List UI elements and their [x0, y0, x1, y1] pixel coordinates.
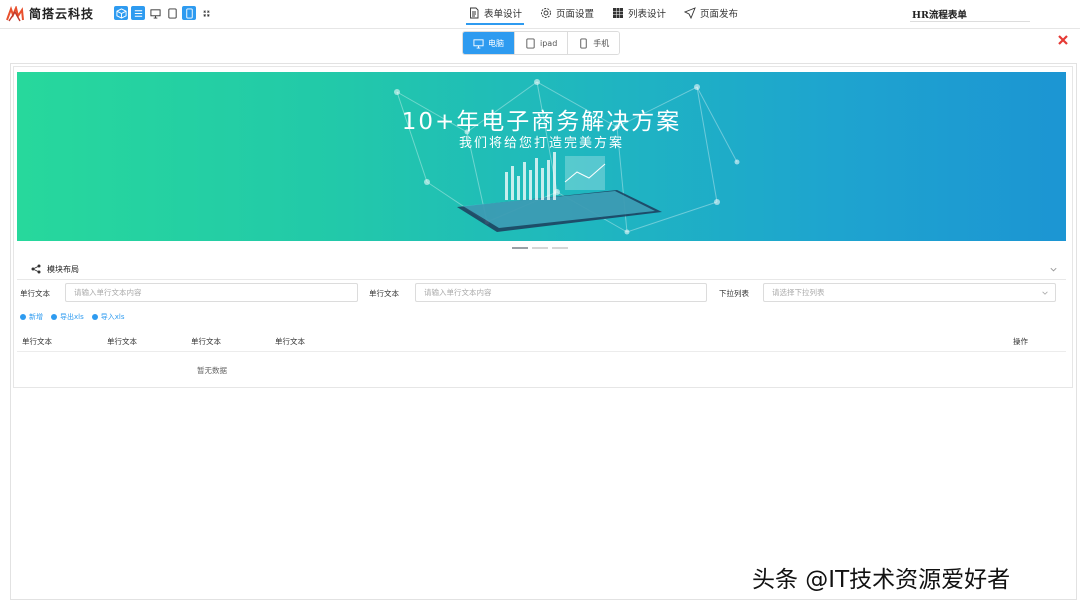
- grid-icon: [202, 9, 210, 17]
- nav-label: 页面发布: [700, 9, 739, 20]
- device-tab-phone[interactable]: 手机: [568, 32, 620, 54]
- nav-label: 页面设置: [556, 9, 595, 20]
- banner-title: 10+年电子商务解决方案: [401, 109, 682, 135]
- form-field-row: 单行文本 请输入单行文本内容 单行文本 请输入单行文本内容 下拉列表 请选择下拉…: [14, 283, 1072, 304]
- plus-icon: [20, 314, 26, 320]
- cube-icon: [115, 7, 127, 19]
- empty-state: 暂无数据: [197, 366, 227, 375]
- monitor-icon: [149, 8, 161, 19]
- input-placeholder: 请输入单行文本内容: [74, 288, 142, 297]
- device-tab-ipad[interactable]: ipad: [515, 32, 569, 54]
- add-button[interactable]: 新增: [20, 312, 43, 322]
- nav-page-publish[interactable]: 页面发布: [682, 0, 740, 26]
- nav-list-design[interactable]: 列表设计: [610, 0, 668, 26]
- design-canvas: 10+年电子商务解决方案 我们将给您打造完美方案 模块布局 单行文本 请输入单行…: [10, 63, 1077, 600]
- form-name-underline: [910, 21, 1030, 22]
- chevron-down-icon[interactable]: [1049, 265, 1058, 274]
- watermark: 头条 @IT技术资源爱好者: [752, 567, 1011, 593]
- dropdown-select[interactable]: 请选择下拉列表: [763, 283, 1056, 302]
- nav-label: 列表设计: [628, 9, 667, 20]
- device-tab-desktop[interactable]: 电脑: [463, 32, 515, 54]
- chevron-down-icon: [1042, 291, 1048, 295]
- monitor-icon: [473, 38, 484, 49]
- nav-form-design[interactable]: 表单设计: [466, 0, 525, 26]
- grid-icon: [613, 8, 624, 18]
- module-header[interactable]: 模块布局: [17, 259, 1066, 280]
- device-label: 手机: [593, 38, 610, 48]
- main-nav: 表单设计 页面设置 列表设计 页面发布: [466, 0, 740, 28]
- close-icon[interactable]: [1057, 34, 1069, 46]
- phone-icon: [185, 7, 193, 19]
- share-icon: [31, 264, 41, 274]
- table-actions: 新增 导出xls 导入xls: [20, 312, 124, 322]
- export-icon: [51, 314, 57, 320]
- tablet-icon: [526, 37, 535, 49]
- brand-name: 简搭云科技: [29, 7, 95, 21]
- nav-page-settings[interactable]: 页面设置: [538, 0, 596, 26]
- banner-carousel[interactable]: 10+年电子商务解决方案 我们将给您打造完美方案: [17, 72, 1066, 241]
- import-icon: [91, 314, 98, 320]
- device-switcher: 电脑 ipad 手机: [462, 31, 621, 55]
- carousel-dot[interactable]: [512, 247, 528, 249]
- gear-icon: [541, 8, 551, 18]
- device-label: 电脑: [488, 38, 504, 48]
- column-header: 单行文本: [107, 337, 137, 346]
- tool-align[interactable]: [131, 6, 145, 20]
- select-placeholder: 请选择下拉列表: [772, 288, 825, 297]
- column-header: 单行文本: [275, 337, 305, 346]
- tool-grid[interactable]: [199, 6, 213, 20]
- device-label: ipad: [540, 38, 558, 48]
- brand[interactable]: 简搭云科技: [6, 5, 94, 22]
- top-bar: 简搭云科技 表单设计 页面设置 列表设计 页面发布 HR流程表单: [0, 0, 1080, 29]
- tool-cube[interactable]: [114, 6, 128, 20]
- import-xls-button[interactable]: 导入xls: [91, 312, 124, 322]
- module-title: 模块布局: [47, 265, 79, 274]
- form-name[interactable]: HR流程表单: [912, 7, 967, 21]
- tool-monitor[interactable]: [148, 6, 162, 20]
- text-input[interactable]: 请输入单行文本内容: [415, 283, 707, 302]
- field-label: 单行文本: [20, 289, 50, 298]
- banner-subtitle: 我们将给您打造完美方案: [458, 136, 624, 151]
- export-xls-button[interactable]: 导出xls: [51, 312, 84, 322]
- form-preview: 10+年电子商务解决方案 我们将给您打造完美方案 模块布局 单行文本 请输入单行…: [13, 66, 1073, 388]
- field-label: 单行文本: [369, 289, 399, 298]
- column-header: 单行文本: [191, 337, 221, 346]
- input-placeholder: 请输入单行文本内容: [424, 288, 492, 297]
- send-icon: [684, 7, 696, 19]
- column-header: 单行文本: [22, 337, 52, 346]
- carousel-dot[interactable]: [532, 247, 548, 249]
- field-label: 下拉列表: [719, 289, 749, 298]
- tool-tablet[interactable]: [165, 6, 179, 20]
- tablet-icon: [167, 7, 177, 19]
- table-header: 单行文本 单行文本 单行文本 单行文本 操作: [17, 329, 1066, 352]
- carousel-indicators: [512, 247, 568, 249]
- brand-logo-icon: [6, 5, 24, 21]
- align-icon: [134, 9, 142, 17]
- carousel-dot[interactable]: [552, 247, 568, 249]
- column-header-actions: 操作: [1013, 337, 1028, 346]
- nav-label: 表单设计: [484, 9, 523, 20]
- tool-phone[interactable]: [182, 6, 196, 20]
- document-icon: [470, 7, 479, 19]
- toolbar: [114, 6, 213, 20]
- text-input[interactable]: 请输入单行文本内容: [65, 283, 358, 302]
- phone-icon: [580, 37, 587, 49]
- network-graphic: [394, 79, 740, 235]
